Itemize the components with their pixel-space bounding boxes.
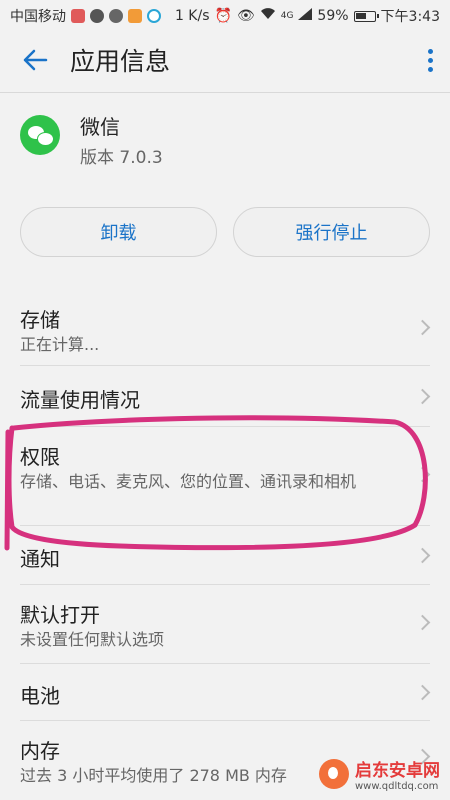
- battery-icon: [353, 10, 379, 22]
- status-right: 1 K/s ⏰ 👁 4G 59% 下午3:43: [175, 6, 440, 26]
- setting-subtitle: 未设置任何默认选项: [20, 630, 165, 649]
- wifi-icon: [260, 8, 276, 24]
- setting-subtitle: 存储、电话、麦克风、您的位置、通讯录和相机: [20, 472, 357, 491]
- setting-title: 通知: [20, 547, 60, 571]
- app-name: 微信: [80, 115, 120, 139]
- clock: 下午3:43: [380, 9, 440, 25]
- chevron-right-icon: [414, 614, 431, 631]
- back-button[interactable]: [0, 32, 70, 88]
- setting-row-permissions[interactable]: 权限 存储、电话、麦克风、您的位置、通讯录和相机: [0, 427, 450, 525]
- chevron-right-icon: [414, 319, 431, 336]
- alarm-icon: ⏰: [214, 8, 232, 24]
- watermark-url: www.qdltdq.com: [355, 781, 439, 792]
- setting-title: 默认打开: [20, 603, 100, 627]
- setting-row-battery[interactable]: 电池: [0, 664, 450, 720]
- more-dot-icon: [427, 48, 433, 54]
- watermark-logo-icon: [319, 759, 349, 789]
- setting-subtitle: 正在计算...: [20, 335, 100, 354]
- app-notification-icon: [128, 9, 142, 23]
- notification-app-icon: [71, 9, 85, 23]
- setting-title: 电池: [20, 684, 60, 708]
- setting-row-data-usage[interactable]: 流量使用情况: [0, 366, 450, 426]
- watermark-name: 启东安卓网: [355, 761, 440, 781]
- more-dot-icon: [427, 66, 433, 72]
- network-speed: 1 K/s: [174, 8, 210, 24]
- uninstall-button[interactable]: 卸载: [20, 207, 217, 257]
- notification-icon: [109, 9, 123, 23]
- setting-row-notifications[interactable]: 通知: [0, 526, 450, 584]
- header-divider: [0, 92, 450, 93]
- chevron-right-icon: [414, 547, 431, 564]
- more-options-button[interactable]: [410, 32, 450, 88]
- browser-notification-icon: [147, 9, 161, 23]
- site-watermark: 启东安卓网 www.qdltdq.com: [319, 756, 440, 792]
- back-arrow-icon: [23, 49, 48, 71]
- setting-title: 流量使用情况: [20, 388, 140, 412]
- chevron-right-icon: [414, 388, 431, 405]
- chevron-right-icon: [414, 466, 431, 483]
- status-left: 中国移动: [10, 6, 161, 26]
- app-version: 版本 7.0.3: [80, 148, 163, 168]
- signal-icon: [298, 8, 313, 24]
- setting-title: 存储: [20, 308, 60, 332]
- setting-row-storage[interactable]: 存储 正在计算...: [0, 290, 450, 360]
- network-type: 4G: [280, 11, 294, 21]
- setting-title: 权限: [20, 445, 60, 469]
- battery-percent: 59%: [317, 8, 349, 24]
- setting-title: 内存: [20, 739, 60, 763]
- eye-icon: 👁: [236, 8, 255, 24]
- more-dot-icon: [427, 57, 433, 63]
- force-stop-button[interactable]: 强行停止: [233, 207, 430, 257]
- page-title: 应用信息: [70, 47, 171, 76]
- wechat-icon: [20, 115, 60, 155]
- chat-notification-icon: [90, 9, 104, 23]
- carrier-label: 中国移动: [10, 9, 66, 25]
- setting-row-open-by-default[interactable]: 默认打开 未设置任何默认选项: [0, 585, 450, 663]
- app-bar: 应用信息: [0, 32, 450, 88]
- chevron-right-icon: [414, 684, 431, 701]
- app-info-header: 微信 版本 7.0.3: [0, 105, 450, 175]
- status-bar: 中国移动 1 K/s ⏰ 👁 4G 59% 下午3:43: [0, 0, 450, 32]
